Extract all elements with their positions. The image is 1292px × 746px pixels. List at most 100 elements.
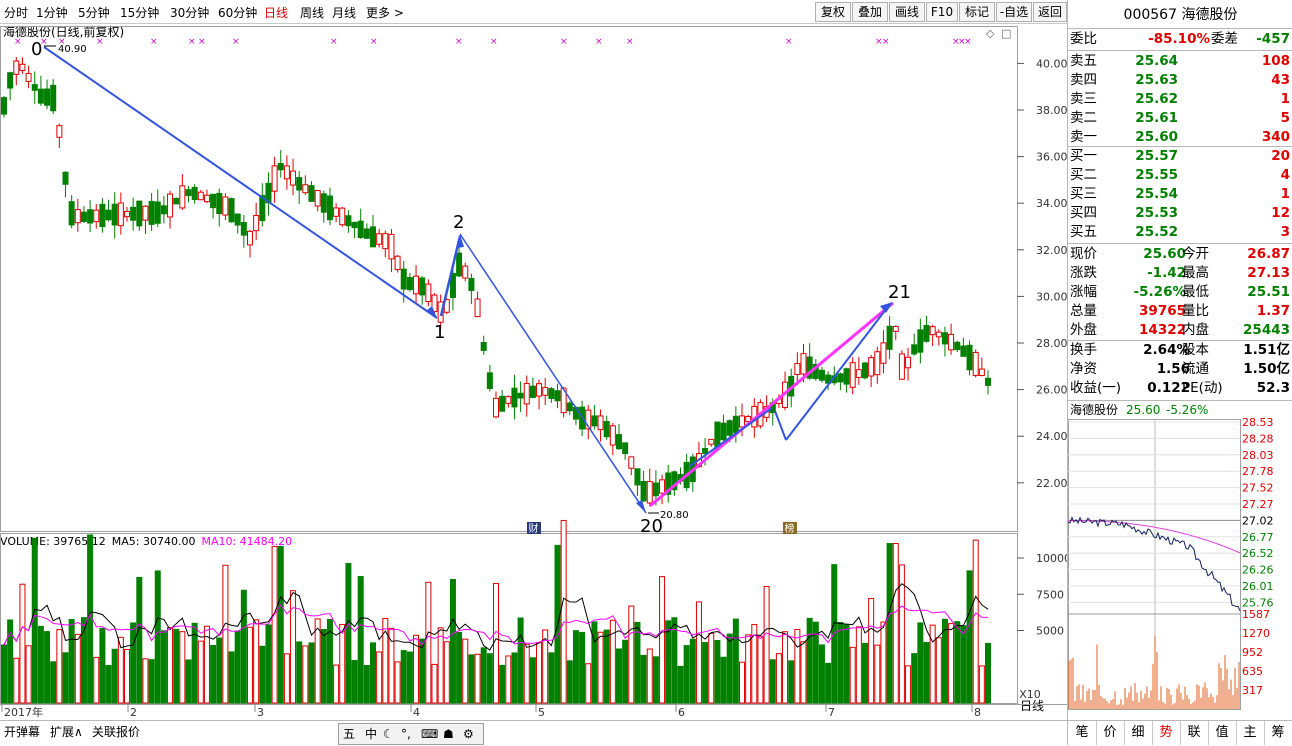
- volume-bar: [13, 657, 20, 704]
- period-tab-60min[interactable]: 60分钟: [218, 4, 257, 21]
- month-label: 6: [678, 706, 685, 719]
- orderbook-row[interactable]: 买三 25.54 1: [1068, 185, 1292, 204]
- candle-body: [382, 233, 389, 250]
- period-tab-30min[interactable]: 30分钟: [170, 4, 209, 21]
- candle-body: [87, 209, 94, 224]
- candle-body: [868, 357, 875, 377]
- volume-bar: [671, 617, 678, 704]
- volume-bar: [511, 652, 518, 704]
- ime-chinese-icon[interactable]: 中: [365, 724, 377, 744]
- period-tab-weekly[interactable]: 周线: [300, 4, 324, 21]
- mark-button[interactable]: 标记: [959, 2, 995, 22]
- candle-body: [290, 170, 297, 186]
- wave-label-1: 1: [434, 322, 445, 343]
- ime-punct-icon[interactable]: °,: [401, 724, 411, 744]
- volume-bar: [160, 630, 167, 704]
- period-tab-fenshi[interactable]: 分时: [4, 4, 28, 21]
- event-x-marker: ×: [595, 37, 603, 47]
- orderbook-label: 买一: [1070, 148, 1097, 164]
- volume-bar: [597, 631, 604, 704]
- orderbook-row[interactable]: 买四 25.53 12: [1068, 204, 1292, 223]
- candle-body: [548, 388, 555, 399]
- intraday-mini-chart[interactable]: 28.53 28.28 28.03 27.78 27.52 27.27 27.02 26.77…: [1068, 418, 1292, 718]
- volume-bar: [843, 624, 850, 704]
- ime-toolbar[interactable]: 五 中 ☾ °, ⌨ ☗ ⚙: [338, 723, 484, 745]
- orderbook-row[interactable]: 买二 25.55 4: [1068, 166, 1292, 185]
- period-more-button[interactable]: 更多 >: [366, 4, 404, 21]
- period-tab-daily[interactable]: 日线: [264, 4, 288, 21]
- candle-body: [228, 198, 235, 223]
- ime-user-icon[interactable]: ☗: [443, 724, 454, 744]
- tab-jia[interactable]: 价: [1096, 721, 1125, 745]
- volume-bar: [572, 630, 579, 704]
- diamond-icon[interactable]: ◇: [986, 27, 995, 40]
- tab-shi[interactable]: 势: [1152, 721, 1181, 745]
- candle-body: [960, 345, 967, 357]
- period-tab-1min[interactable]: 1分钟: [36, 4, 68, 21]
- overlay-button[interactable]: 叠加: [852, 2, 888, 22]
- volume-bar: [339, 623, 346, 704]
- volume-bar: [874, 644, 881, 704]
- tab-xi[interactable]: 细: [1124, 721, 1153, 745]
- orderbook-row[interactable]: 卖五 25.64 108: [1068, 52, 1292, 71]
- danmu-toggle[interactable]: 开弹幕: [4, 723, 40, 740]
- volume-bar: [634, 621, 641, 704]
- orderbook-row[interactable]: 卖二 25.61 5: [1068, 109, 1292, 128]
- ime-moon-icon[interactable]: ☾: [383, 724, 394, 744]
- candle-body: [19, 63, 26, 72]
- event-x-marker: ×: [490, 37, 498, 47]
- volume-bar: [431, 663, 438, 704]
- period-tab-15min[interactable]: 15分钟: [120, 4, 159, 21]
- candle-body: [154, 201, 161, 224]
- ime-settings-icon[interactable]: ⚙: [463, 724, 474, 744]
- orderbook-volume: 340: [1261, 129, 1290, 145]
- candle-body: [941, 332, 948, 345]
- orderbook-volume: 20: [1271, 148, 1290, 164]
- candle-body: [247, 230, 253, 246]
- orderbook-price: 25.57: [1135, 148, 1178, 164]
- candle-body: [566, 402, 573, 412]
- y-tick-label: 40.00: [1036, 57, 1068, 70]
- candle-body: [203, 194, 210, 203]
- candle-body: [972, 351, 979, 376]
- tab-lian[interactable]: 联: [1180, 721, 1209, 745]
- related-quote-button[interactable]: 关联报价: [92, 723, 140, 740]
- candle-body: [616, 434, 622, 450]
- kline-chart[interactable]: 海德股份(日线,前复权) ◇ □ 日线 X10 VOLUME: 39765.12…: [0, 24, 1068, 720]
- back-button[interactable]: 返回: [1033, 2, 1067, 22]
- candle-body: [80, 211, 87, 223]
- period-tab-5min[interactable]: 5分钟: [78, 4, 110, 21]
- stat-label: 换手: [1070, 342, 1097, 358]
- orderbook-row[interactable]: 卖三 25.62 1: [1068, 90, 1292, 109]
- restore-icon[interactable]: □: [1001, 27, 1011, 40]
- tab-zhu[interactable]: 主: [1236, 721, 1265, 745]
- orderbook-row[interactable]: 买五 25.52 3: [1068, 223, 1292, 242]
- tab-chou[interactable]: 筹: [1264, 721, 1292, 745]
- volume-bar: [763, 586, 770, 704]
- tab-bi[interactable]: 笔: [1068, 721, 1097, 745]
- orderbook-price: 25.60: [1135, 129, 1178, 145]
- f10-button[interactable]: F10: [926, 2, 958, 22]
- mini-price-tick: 27.27: [1242, 498, 1274, 511]
- fuquan-button[interactable]: 复权: [815, 2, 851, 22]
- tab-zhi[interactable]: 值: [1208, 721, 1237, 745]
- volume-bar: [579, 632, 586, 704]
- volume-bar: [652, 656, 659, 704]
- add-watchlist-button[interactable]: -自选: [996, 2, 1032, 22]
- y-tick-label: 36.00: [1036, 151, 1068, 164]
- orderbook-row[interactable]: 卖四 25.63 43: [1068, 71, 1292, 90]
- orderbook-row[interactable]: 买一 25.57 20: [1068, 147, 1292, 166]
- candle-body: [468, 277, 475, 291]
- volume-bar: [111, 648, 118, 704]
- volume-bar: [154, 570, 161, 704]
- ime-keyboard-icon[interactable]: ⌨: [421, 724, 438, 744]
- expand-button[interactable]: 扩展∧: [50, 723, 83, 740]
- event-x-marker: ×: [455, 37, 463, 47]
- candle-body: [124, 210, 130, 218]
- orderbook-row[interactable]: 卖一 25.60 340: [1068, 128, 1292, 147]
- period-tab-monthly[interactable]: 月线: [332, 4, 356, 21]
- stat-value: 2.64%: [1143, 342, 1190, 358]
- volume-bar: [855, 626, 862, 704]
- draw-line-button[interactable]: 画线: [889, 2, 925, 22]
- volume-bar: [775, 653, 782, 704]
